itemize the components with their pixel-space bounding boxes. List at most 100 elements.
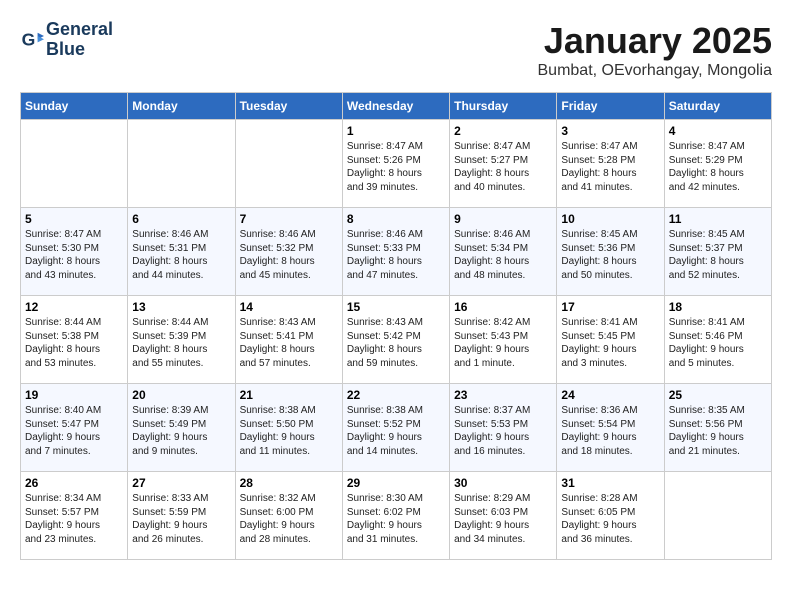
day-info: Sunrise: 8:40 AMSunset: 5:47 PMDaylight:… bbox=[25, 404, 123, 458]
table-row: 2Sunrise: 8:47 AMSunset: 5:27 PMDaylight… bbox=[450, 120, 557, 208]
location-subtitle: Bumbat, OEvorhangay, Mongolia bbox=[538, 62, 773, 80]
table-row: 12 Sunrise: 8:44 AMSunset: 5:38 PMDayligh… bbox=[21, 296, 128, 384]
day-number: 5 bbox=[25, 212, 123, 226]
table-row: 18 Sunrise: 8:41 AMSunset: 5:46 PMDayligh… bbox=[664, 296, 771, 384]
day-number: 17 bbox=[561, 300, 659, 314]
table-row: 21 Sunrise: 8:38 AMSunset: 5:50 PMDayligh… bbox=[235, 384, 342, 472]
day-info: Sunrise: 8:45 AMSunset: 5:37 PMDaylight:… bbox=[669, 228, 767, 282]
table-row: 15Sunrise: 8:43 AMSunset: 5:42 PMDayligh… bbox=[342, 296, 449, 384]
table-row: 9 Sunrise: 8:46 AMSunset: 5:34 PMDaylight… bbox=[450, 208, 557, 296]
header-tuesday: Tuesday bbox=[235, 93, 342, 120]
logo: G General Blue bbox=[20, 20, 113, 60]
table-row: 25Sunrise: 8:35 AMSunset: 5:56 PMDayligh… bbox=[664, 384, 771, 472]
day-number: 16 bbox=[454, 300, 552, 314]
header-sunday: Sunday bbox=[21, 93, 128, 120]
table-row bbox=[21, 120, 128, 208]
day-number: 13 bbox=[132, 300, 230, 314]
day-info: Sunrise: 8:35 AMSunset: 5:56 PMDaylight:… bbox=[669, 404, 767, 458]
table-row: 24 Sunrise: 8:36 AMSunset: 5:54 PMDayligh… bbox=[557, 384, 664, 472]
day-info: Sunrise: 8:45 AMSunset: 5:36 PMDaylight:… bbox=[561, 228, 659, 282]
table-row: 31 Sunrise: 8:28 AMSunset: 6:05 PMDayligh… bbox=[557, 472, 664, 560]
calendar-week-row: 26Sunrise: 8:34 AMSunset: 5:57 PMDayligh… bbox=[21, 472, 772, 560]
day-number: 6 bbox=[132, 212, 230, 226]
table-row: 13 Sunrise: 8:44 AMSunset: 5:39 PMDayligh… bbox=[128, 296, 235, 384]
day-number: 3 bbox=[561, 124, 659, 138]
day-info: Sunrise: 8:46 AMSunset: 5:32 PMDaylight:… bbox=[240, 228, 338, 282]
day-number: 20 bbox=[132, 388, 230, 402]
day-info: Sunrise: 8:47 AMSunset: 5:26 PMDaylight:… bbox=[347, 140, 445, 194]
header-saturday: Saturday bbox=[664, 93, 771, 120]
day-number: 15 bbox=[347, 300, 445, 314]
table-row: 6 Sunrise: 8:46 AMSunset: 5:31 PMDaylight… bbox=[128, 208, 235, 296]
table-row: 7 Sunrise: 8:46 AMSunset: 5:32 PMDaylight… bbox=[235, 208, 342, 296]
day-info: Sunrise: 8:46 AMSunset: 5:31 PMDaylight:… bbox=[132, 228, 230, 282]
day-info: Sunrise: 8:28 AMSunset: 6:05 PMDaylight:… bbox=[561, 492, 659, 546]
calendar-week-row: 1 Sunrise: 8:47 AMSunset: 5:26 PMDaylight… bbox=[21, 120, 772, 208]
table-row: 1 Sunrise: 8:47 AMSunset: 5:26 PMDaylight… bbox=[342, 120, 449, 208]
table-row: 28 Sunrise: 8:32 AMSunset: 6:00 PMDayligh… bbox=[235, 472, 342, 560]
day-info: Sunrise: 8:44 AMSunset: 5:38 PMDaylight:… bbox=[25, 316, 123, 370]
table-row: 20Sunrise: 8:39 AMSunset: 5:49 PMDayligh… bbox=[128, 384, 235, 472]
table-row: 8Sunrise: 8:46 AMSunset: 5:33 PMDaylight… bbox=[342, 208, 449, 296]
table-row: 17 Sunrise: 8:41 AMSunset: 5:45 PMDayligh… bbox=[557, 296, 664, 384]
day-info: Sunrise: 8:36 AMSunset: 5:54 PMDaylight:… bbox=[561, 404, 659, 458]
logo-text: General Blue bbox=[46, 20, 113, 60]
table-row: 26Sunrise: 8:34 AMSunset: 5:57 PMDayligh… bbox=[21, 472, 128, 560]
table-row: 3 Sunrise: 8:47 AMSunset: 5:28 PMDaylight… bbox=[557, 120, 664, 208]
month-title: January 2025 bbox=[538, 20, 773, 62]
calendar-week-row: 12 Sunrise: 8:44 AMSunset: 5:38 PMDayligh… bbox=[21, 296, 772, 384]
day-number: 12 bbox=[25, 300, 123, 314]
table-row bbox=[235, 120, 342, 208]
day-number: 28 bbox=[240, 476, 338, 490]
day-info: Sunrise: 8:43 AMSunset: 5:41 PMDaylight:… bbox=[240, 316, 338, 370]
day-info: Sunrise: 8:38 AMSunset: 5:50 PMDaylight:… bbox=[240, 404, 338, 458]
table-row: 30 Sunrise: 8:29 AMSunset: 6:03 PMDayligh… bbox=[450, 472, 557, 560]
table-row bbox=[128, 120, 235, 208]
day-info: Sunrise: 8:42 AMSunset: 5:43 PMDaylight:… bbox=[454, 316, 552, 370]
day-info: Sunrise: 8:41 AMSunset: 5:46 PMDaylight:… bbox=[669, 316, 767, 370]
table-row: 19 Sunrise: 8:40 AMSunset: 5:47 PMDayligh… bbox=[21, 384, 128, 472]
day-number: 23 bbox=[454, 388, 552, 402]
day-number: 19 bbox=[25, 388, 123, 402]
day-number: 24 bbox=[561, 388, 659, 402]
calendar-header-row: Sunday Monday Tuesday Wednesday Thursday… bbox=[21, 93, 772, 120]
day-info: Sunrise: 8:32 AMSunset: 6:00 PMDaylight:… bbox=[240, 492, 338, 546]
day-info: Sunrise: 8:38 AMSunset: 5:52 PMDaylight:… bbox=[347, 404, 445, 458]
header-thursday: Thursday bbox=[450, 93, 557, 120]
day-info: Sunrise: 8:47 AMSunset: 5:28 PMDaylight:… bbox=[561, 140, 659, 194]
day-number: 14 bbox=[240, 300, 338, 314]
day-info: Sunrise: 8:46 AMSunset: 5:34 PMDaylight:… bbox=[454, 228, 552, 282]
day-info: Sunrise: 8:34 AMSunset: 5:57 PMDaylight:… bbox=[25, 492, 123, 546]
day-number: 31 bbox=[561, 476, 659, 490]
day-info: Sunrise: 8:47 AMSunset: 5:30 PMDaylight:… bbox=[25, 228, 123, 282]
table-row: 10 Sunrise: 8:45 AMSunset: 5:36 PMDayligh… bbox=[557, 208, 664, 296]
table-row: 29 Sunrise: 8:30 AMSunset: 6:02 PMDayligh… bbox=[342, 472, 449, 560]
day-number: 1 bbox=[347, 124, 445, 138]
day-info: Sunrise: 8:29 AMSunset: 6:03 PMDaylight:… bbox=[454, 492, 552, 546]
table-row: 14 Sunrise: 8:43 AMSunset: 5:41 PMDayligh… bbox=[235, 296, 342, 384]
day-info: Sunrise: 8:47 AMSunset: 5:27 PMDaylight:… bbox=[454, 140, 552, 194]
svg-text:G: G bbox=[22, 29, 36, 49]
table-row: 4Sunrise: 8:47 AMSunset: 5:29 PMDaylight… bbox=[664, 120, 771, 208]
day-number: 29 bbox=[347, 476, 445, 490]
day-number: 18 bbox=[669, 300, 767, 314]
day-number: 7 bbox=[240, 212, 338, 226]
header-monday: Monday bbox=[128, 93, 235, 120]
table-row: 11 Sunrise: 8:45 AMSunset: 5:37 PMDayligh… bbox=[664, 208, 771, 296]
title-section: January 2025 Bumbat, OEvorhangay, Mongol… bbox=[538, 20, 773, 80]
day-number: 30 bbox=[454, 476, 552, 490]
day-number: 27 bbox=[132, 476, 230, 490]
day-number: 10 bbox=[561, 212, 659, 226]
day-info: Sunrise: 8:44 AMSunset: 5:39 PMDaylight:… bbox=[132, 316, 230, 370]
day-info: Sunrise: 8:41 AMSunset: 5:45 PMDaylight:… bbox=[561, 316, 659, 370]
table-row: 5 Sunrise: 8:47 AMSunset: 5:30 PMDaylight… bbox=[21, 208, 128, 296]
day-info: Sunrise: 8:46 AMSunset: 5:33 PMDaylight:… bbox=[347, 228, 445, 282]
day-number: 9 bbox=[454, 212, 552, 226]
table-row: 27Sunrise: 8:33 AMSunset: 5:59 PMDayligh… bbox=[128, 472, 235, 560]
day-number: 21 bbox=[240, 388, 338, 402]
day-info: Sunrise: 8:30 AMSunset: 6:02 PMDaylight:… bbox=[347, 492, 445, 546]
day-number: 4 bbox=[669, 124, 767, 138]
table-row: 16 Sunrise: 8:42 AMSunset: 5:43 PMDayligh… bbox=[450, 296, 557, 384]
calendar-week-row: 5 Sunrise: 8:47 AMSunset: 5:30 PMDaylight… bbox=[21, 208, 772, 296]
day-number: 11 bbox=[669, 212, 767, 226]
